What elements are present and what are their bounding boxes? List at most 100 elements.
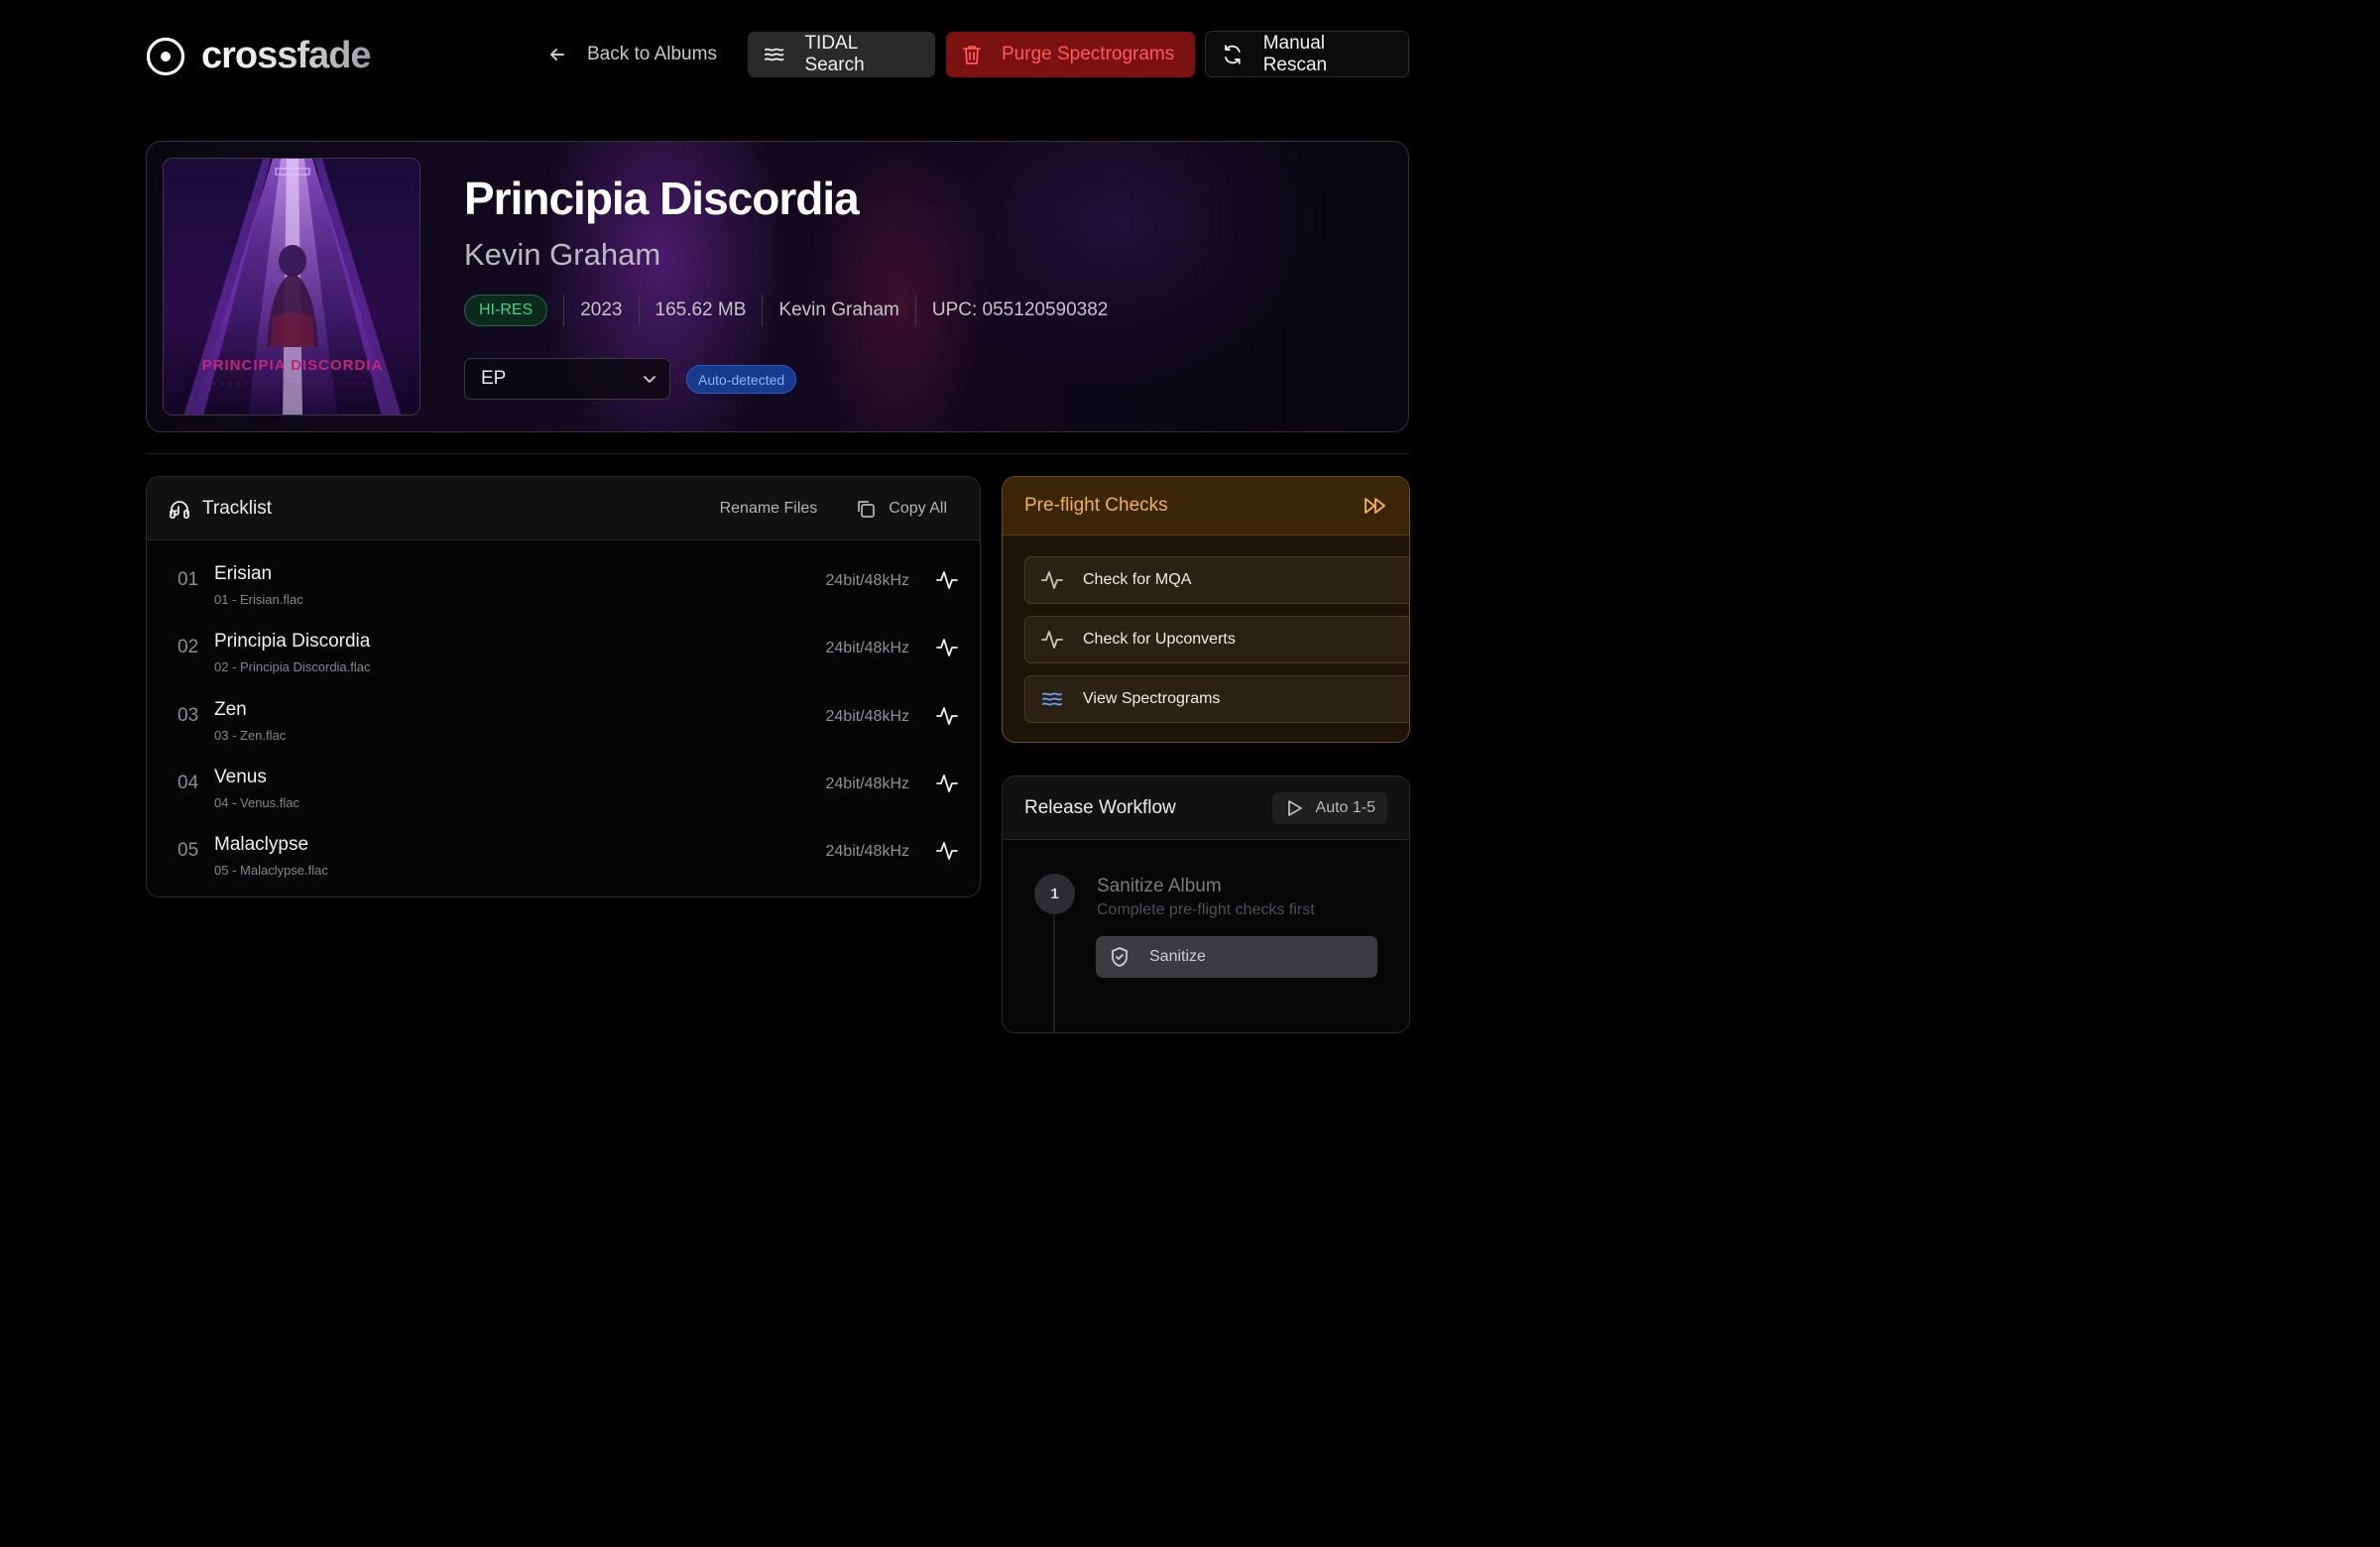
track-filename: 02 - Principia Discordia.flac xyxy=(214,659,371,674)
headphones-icon xyxy=(170,500,189,519)
check-mqa-label: Check for MQA xyxy=(1083,571,1192,588)
auto-detected-badge: Auto-detected xyxy=(686,365,797,394)
auto-run-label: Auto 1-5 xyxy=(1315,798,1375,816)
copy-all-label: Copy All xyxy=(889,499,947,517)
tracklist-title: Tracklist xyxy=(202,497,273,519)
album-title: Principia Discordia xyxy=(464,173,860,224)
chevron-down-icon xyxy=(644,376,655,383)
activity-icon xyxy=(936,571,958,589)
disc-icon xyxy=(146,37,185,75)
track-filename: 01 - Erisian.flac xyxy=(214,592,303,607)
track-quality: 24bit/48kHz xyxy=(825,640,910,656)
check-upconverts-label: Check for Upconverts xyxy=(1083,631,1236,648)
purge-spectrograms-label: Purge Spectrograms xyxy=(1002,44,1175,64)
track-filename: 05 - Malaclypse.flac xyxy=(214,863,328,878)
album-upc: UPC: 055120590382 xyxy=(931,299,1109,320)
activity-icon xyxy=(936,639,958,656)
track-row[interactable]: 03 Zen 03 - Zen.flac 24bit/48kHz xyxy=(147,685,980,753)
manual-rescan-button[interactable]: Manual Rescan xyxy=(1205,31,1409,77)
tidal-search-button[interactable]: TIDAL Search xyxy=(748,32,935,77)
sanitize-label: Sanitize xyxy=(1149,948,1206,965)
track-number: 01 xyxy=(178,569,199,590)
view-spectrograms-button[interactable]: View Spectrograms xyxy=(1024,675,1409,723)
album-label-artist: Kevin Graham xyxy=(778,299,899,320)
check-upconverts-button[interactable]: Check for Upconverts xyxy=(1024,616,1409,663)
album-year: 2023 xyxy=(580,299,623,320)
track-name: Erisian xyxy=(214,563,273,584)
track-quality: 24bit/48kHz xyxy=(825,572,910,589)
release-workflow-header: Release Workflow Auto 1-5 xyxy=(1003,776,1409,840)
step-title: Sanitize Album xyxy=(1097,876,1222,896)
step-number: 1 xyxy=(1034,874,1075,914)
auto-run-button[interactable]: Auto 1-5 xyxy=(1271,791,1387,824)
track-number: 02 xyxy=(178,637,199,657)
tidal-search-label: TIDAL Search xyxy=(804,33,865,75)
activity-icon xyxy=(1041,631,1063,649)
arrow-left-icon xyxy=(550,49,564,60)
release-workflow-panel: Release Workflow Auto 1-5 1 Sanitize Alb… xyxy=(1002,775,1410,1033)
album-meta: HI-RES 2023 165.62 MB Kevin Graham UPC: … xyxy=(464,294,1108,327)
check-mqa-button[interactable]: Check for MQA xyxy=(1024,556,1409,604)
preflight-title: Pre-flight Checks xyxy=(1024,495,1168,516)
track-row[interactable]: 01 Erisian 01 - Erisian.flac 24bit/48kHz xyxy=(147,549,980,617)
track-number: 04 xyxy=(178,773,199,793)
track-name: Principia Discordia xyxy=(214,631,371,652)
track-name: Venus xyxy=(214,767,267,787)
section-divider xyxy=(146,453,1409,454)
track-filename: 04 - Venus.flac xyxy=(214,795,299,810)
tracklist-panel: Tracklist Rename Files Copy All 01 Erisi… xyxy=(146,476,981,897)
activity-icon xyxy=(936,774,958,792)
track-row[interactable]: 05 Malaclypse 05 - Malaclypse.flac 24bit… xyxy=(147,820,980,888)
track-filename: 03 - Zen.flac xyxy=(214,728,287,743)
refresh-icon xyxy=(1225,44,1241,64)
hires-badge: HI-RES xyxy=(464,295,548,326)
run-all-checks-button[interactable] xyxy=(1364,496,1387,516)
waves-icon xyxy=(1042,692,1062,706)
step-subtitle: Complete pre-flight checks first xyxy=(1097,901,1315,918)
logo[interactable]: crossfade xyxy=(146,35,372,77)
track-number: 03 xyxy=(178,705,199,726)
track-row[interactable]: 02 Principia Discordia 02 - Principia Di… xyxy=(147,617,980,684)
waves-icon xyxy=(765,48,784,61)
back-to-albums-button[interactable]: Back to Albums xyxy=(532,32,733,77)
release-type-value: EP xyxy=(481,368,507,389)
view-spectrograms-label: View Spectrograms xyxy=(1083,690,1221,707)
shield-check-icon xyxy=(1112,947,1128,967)
album-size: 165.62 MB xyxy=(654,299,747,320)
rename-files-button[interactable]: Rename Files xyxy=(720,500,818,518)
track-spectrogram-button[interactable] xyxy=(936,637,958,658)
purge-spectrograms-button[interactable]: Purge Spectrograms xyxy=(946,32,1195,77)
play-icon xyxy=(1287,799,1302,816)
activity-icon xyxy=(936,842,958,860)
fast-forward-icon xyxy=(1365,498,1385,514)
album-artist[interactable]: Kevin Graham xyxy=(464,237,660,273)
track-row[interactable]: 04 Venus 04 - Venus.flac 24bit/48kHz xyxy=(147,753,980,820)
track-spectrogram-button[interactable] xyxy=(936,705,958,727)
track-name: Zen xyxy=(214,699,247,720)
sanitize-button[interactable]: Sanitize xyxy=(1096,936,1377,978)
release-type-select[interactable]: EP xyxy=(464,358,670,400)
logo-text: crossfade xyxy=(201,35,372,76)
manual-rescan-label: Manual Rescan xyxy=(1262,32,1328,75)
back-to-albums-label: Back to Albums xyxy=(587,44,717,64)
preflight-panel: Pre-flight Checks Check for MQA Check fo… xyxy=(1002,476,1410,743)
tracklist-header: Tracklist Rename Files Copy All xyxy=(147,477,980,540)
cover-text: PRINCIPIA DISCORDIA xyxy=(202,357,384,374)
copy-icon xyxy=(858,500,876,518)
album-cover: PRINCIPIA DISCORDIA xyxy=(163,158,420,416)
album-hero: PRINCIPIA DISCORDIA Principia Discordia … xyxy=(146,141,1409,432)
preflight-header: Pre-flight Checks xyxy=(1003,477,1409,536)
activity-icon xyxy=(1041,571,1063,589)
track-spectrogram-button[interactable] xyxy=(936,840,958,862)
track-name: Malaclypse xyxy=(214,834,309,855)
track-quality: 24bit/48kHz xyxy=(825,775,910,792)
track-quality: 24bit/48kHz xyxy=(825,843,910,860)
trash-icon xyxy=(963,46,981,64)
activity-icon xyxy=(936,707,958,725)
release-workflow-title: Release Workflow xyxy=(1024,796,1176,818)
track-spectrogram-button[interactable] xyxy=(936,569,958,591)
copy-all-button[interactable]: Copy All xyxy=(856,499,947,519)
step-connector xyxy=(1053,914,1055,1032)
track-spectrogram-button[interactable] xyxy=(936,773,958,794)
track-number: 05 xyxy=(178,840,199,861)
